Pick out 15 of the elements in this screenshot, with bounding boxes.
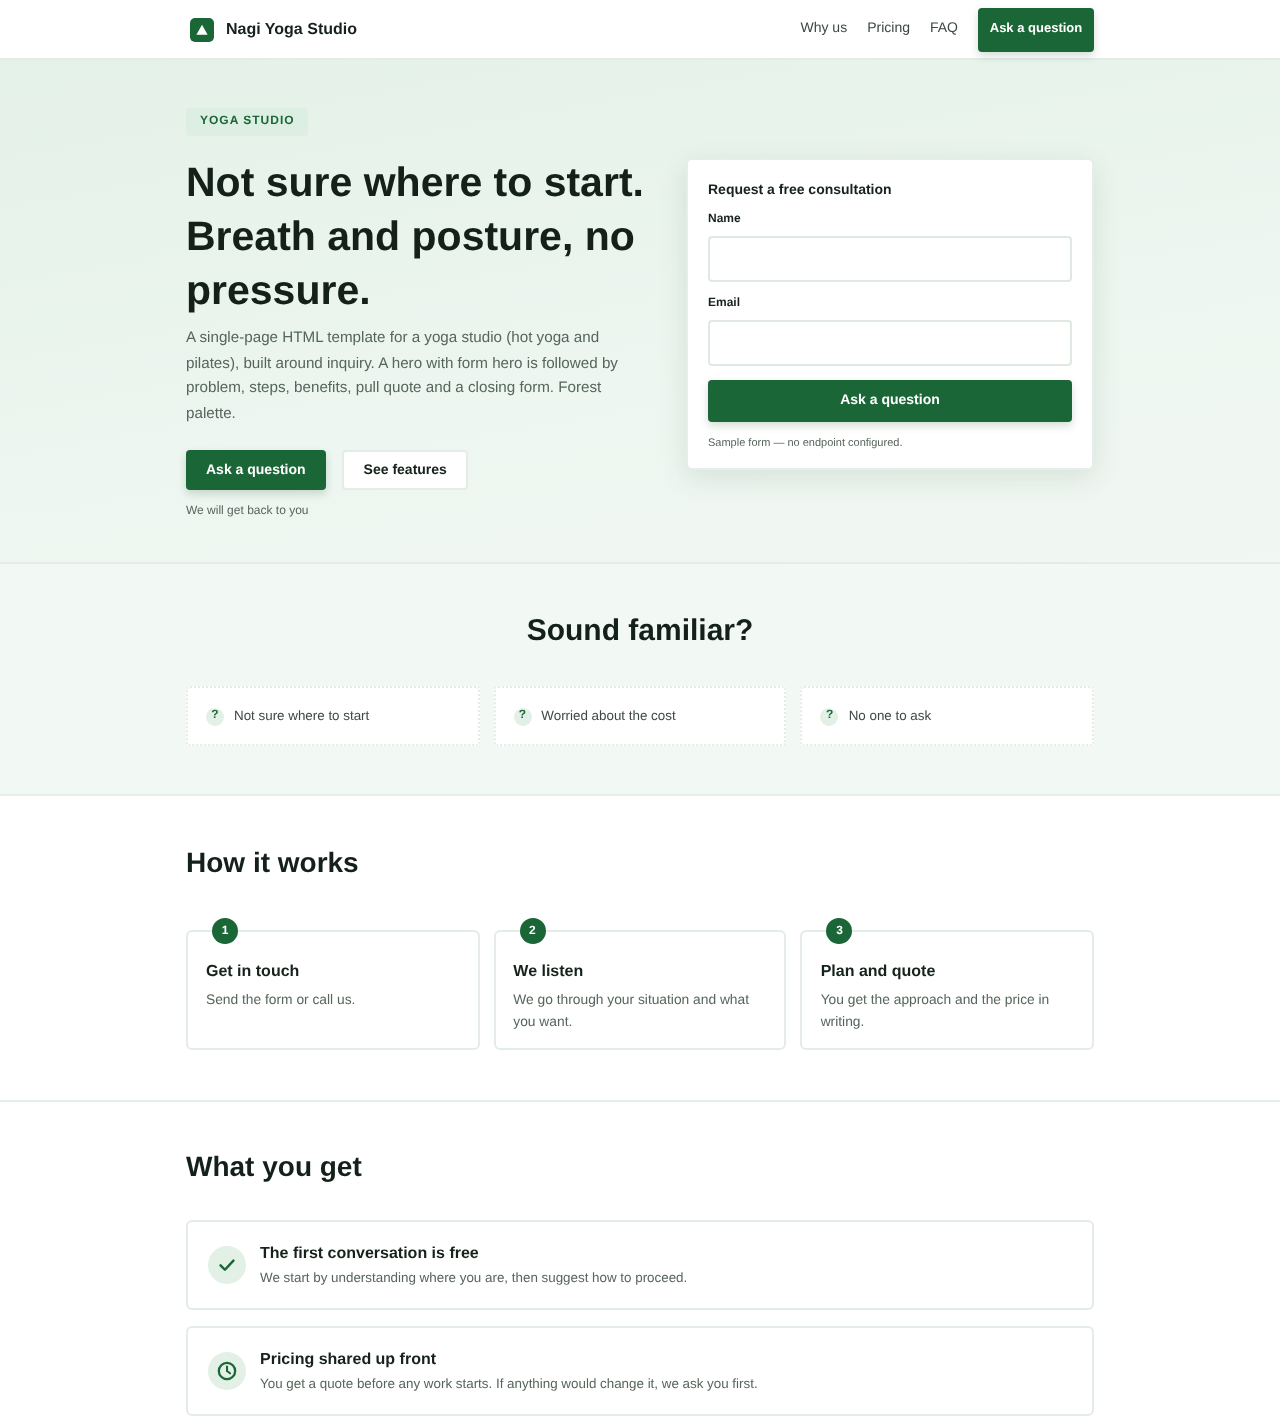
section-heading: What you get bbox=[186, 1148, 364, 1185]
brand-name: Nagi Yoga Studio bbox=[226, 20, 357, 38]
step-title: Plan and quote bbox=[820, 962, 938, 983]
section-heading: Sound familiar? bbox=[524, 612, 756, 653]
step-title: Get in touch bbox=[206, 962, 302, 983]
input-field[interactable] bbox=[708, 319, 1072, 366]
hero-heading: Not sure where to start. Breath and posture, no pressure. bbox=[186, 158, 646, 318]
step-title: We listen bbox=[513, 962, 586, 983]
benefit-title: Pricing shared up front bbox=[260, 1349, 439, 1370]
check-icon bbox=[208, 1246, 246, 1285]
clock-icon bbox=[208, 1352, 246, 1391]
benefit-title: The first conversation is free bbox=[260, 1243, 481, 1264]
input-field[interactable] bbox=[708, 235, 1072, 282]
section-heading: How it works bbox=[186, 844, 361, 881]
logo-icon bbox=[190, 17, 214, 41]
